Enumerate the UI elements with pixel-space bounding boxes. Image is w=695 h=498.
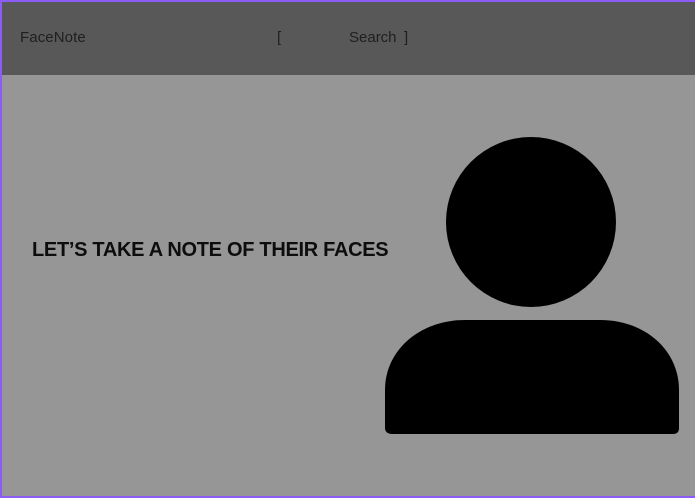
search-close-bracket: ] (404, 29, 409, 46)
person-silhouette-icon (385, 137, 679, 434)
hero-title: LET’S TAKE A NOTE OF THEIR FACES (32, 239, 389, 261)
top-navigation-bar: FaceNote [ Search ] (2, 2, 695, 75)
avatar-head-icon (446, 137, 616, 307)
avatar-body-icon (385, 320, 679, 434)
search-field[interactable]: [ Search ] (277, 29, 417, 47)
search-label: Search (349, 29, 397, 46)
search-open-bracket: [ (277, 29, 282, 46)
brand-logo-text[interactable]: FaceNote (20, 29, 86, 47)
app-window: FaceNote [ Search ] LET’S TAKE A NOTE OF… (0, 0, 695, 498)
